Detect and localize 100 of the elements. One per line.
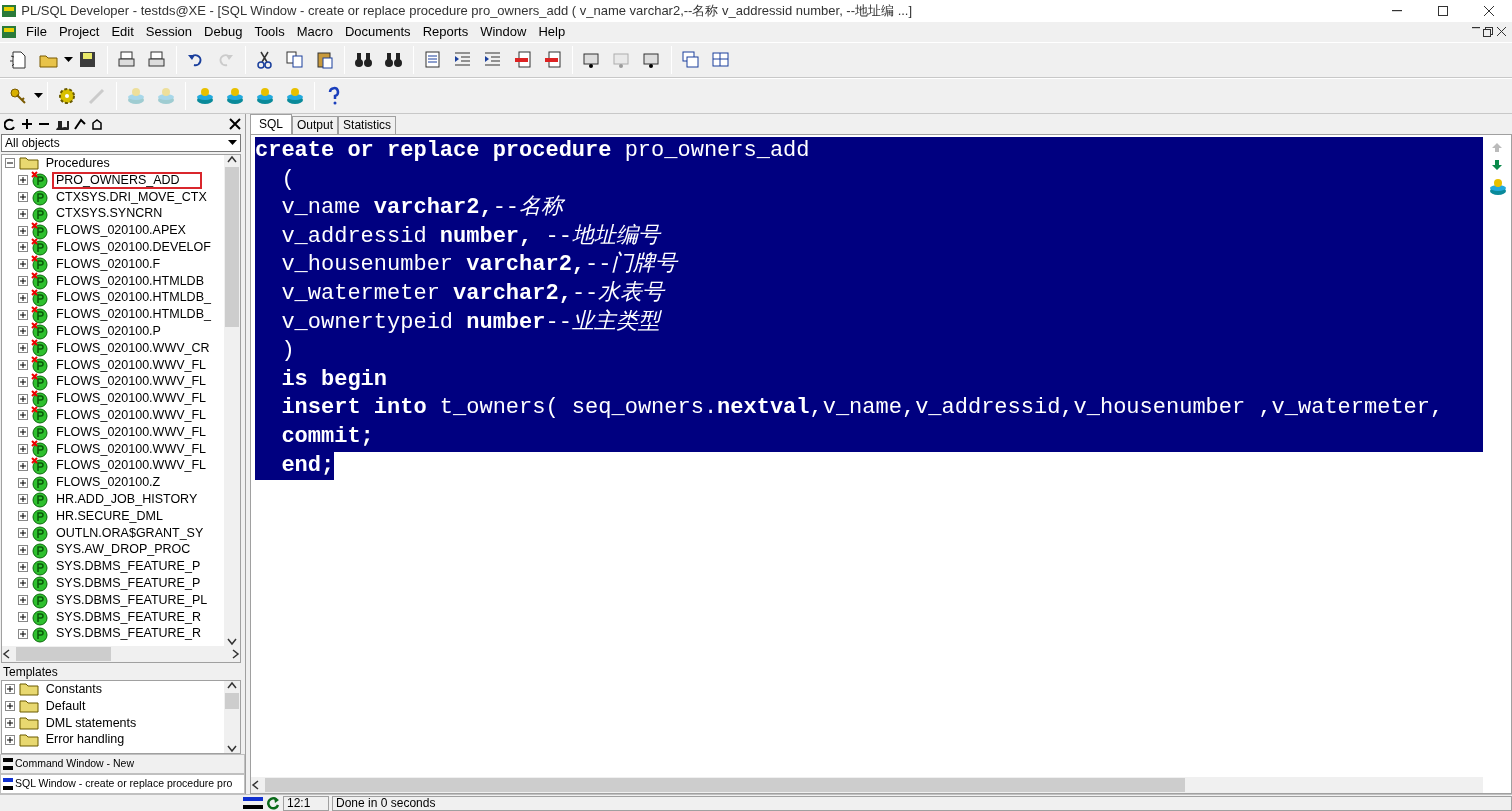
dropdown-caret-icon[interactable] (64, 57, 73, 63)
expand-icon[interactable] (18, 611, 28, 622)
window-list-item[interactable]: Command Window - New (0, 754, 245, 774)
menu-item[interactable]: File (20, 23, 53, 41)
expand-icon[interactable] (18, 309, 28, 320)
expand-icon[interactable] (18, 259, 28, 270)
restore-icon[interactable] (1483, 27, 1494, 37)
tree-item[interactable]: FLOWS_020100.Z (52, 474, 165, 491)
minimize-icon[interactable] (1472, 27, 1480, 29)
filter-dropdown[interactable]: All objects (1, 134, 241, 152)
scrollbar-thumb[interactable] (265, 778, 1185, 792)
menu-item[interactable]: Window (474, 23, 533, 41)
tree-item[interactable]: FLOWS_020100.HTMLDB (52, 272, 208, 290)
tab[interactable]: Statistics (338, 116, 397, 134)
expand-icon[interactable] (18, 242, 28, 253)
plus-icon[interactable] (21, 118, 33, 130)
tree-item[interactable]: OUTLN.ORA$GRANT_SY (52, 524, 208, 542)
expand-icon[interactable] (18, 494, 28, 505)
tree-item[interactable]: FLOWS_020100.DEVELOF (52, 239, 215, 256)
tree-item[interactable]: Error handling (41, 731, 129, 749)
close-icon[interactable] (1496, 27, 1506, 36)
expand-icon[interactable] (18, 225, 28, 236)
tree-item[interactable]: FLOWS_020100.APEX (52, 222, 190, 239)
menu-item[interactable]: Debug (198, 23, 249, 41)
tree-item[interactable]: Default (41, 697, 90, 715)
tree-item[interactable]: SYS.AW_DROP_PROC (52, 541, 195, 559)
menu-item[interactable]: Documents (338, 23, 417, 41)
scroll-left-icon[interactable] (2, 649, 12, 659)
scrollbar[interactable] (224, 681, 240, 753)
expand-icon[interactable] (18, 326, 28, 337)
scrollbar-thumb[interactable] (225, 167, 239, 327)
tree-item[interactable]: CTXSYS.SYNCRN (52, 205, 167, 223)
tree-item[interactable]: HR.SECURE_DML (52, 507, 167, 525)
scrollbar-thumb[interactable] (16, 647, 111, 661)
tree-item[interactable]: FLOWS_020100.WWV_FL (52, 440, 211, 458)
tree-item[interactable]: DML statements (41, 714, 141, 732)
expand-icon[interactable] (18, 427, 28, 438)
tree-item[interactable]: FLOWS_020100.WWV_FL (52, 457, 211, 475)
expand-icon[interactable] (18, 595, 28, 606)
expand-icon[interactable] (18, 192, 28, 202)
tree-item[interactable]: SYS.DBMS_FEATURE_PL (52, 591, 212, 609)
scroll-up-icon[interactable] (227, 155, 237, 163)
menu-item[interactable]: Help (532, 23, 572, 41)
scroll-down-icon[interactable] (227, 745, 237, 753)
expand-icon[interactable] (18, 208, 28, 219)
scroll-right-icon[interactable] (230, 649, 240, 659)
expand-icon[interactable] (18, 359, 28, 370)
expand-icon[interactable] (18, 527, 28, 538)
expand-icon[interactable] (18, 578, 28, 589)
house-icon[interactable] (91, 118, 103, 130)
tree-item[interactable]: FLOWS_020100.WWV_CR (52, 339, 214, 357)
tab[interactable]: Output (292, 116, 339, 134)
scrollbar[interactable] (2, 646, 240, 662)
tree-item[interactable]: FLOWS_020100.WWV_FL (52, 423, 211, 441)
tree-item[interactable]: Procedures (41, 155, 114, 172)
menu-item[interactable]: Project (52, 23, 106, 41)
tree-item[interactable]: SYS.DBMS_FEATURE_P (52, 574, 205, 592)
tree-item[interactable]: SYS.DBMS_FEATURE_R (52, 608, 205, 626)
tree-item[interactable]: HR.ADD_JOB_HISTORY (52, 490, 202, 508)
scroll-up-icon[interactable] (227, 681, 237, 689)
window-list-item[interactable]: SQL Window - create or replace procedure pro (0, 774, 245, 794)
tree-item[interactable]: FLOWS_020100.F (52, 255, 165, 273)
expand-icon[interactable] (18, 477, 28, 488)
close-icon[interactable] (229, 118, 241, 130)
menu-item[interactable]: Reports (416, 23, 475, 41)
menu-item[interactable]: Session (139, 23, 199, 41)
tree-item[interactable]: FLOWS_020100.HTMLDB_ (52, 289, 215, 307)
expand-icon[interactable] (18, 275, 28, 286)
scrollbar[interactable] (251, 777, 1483, 793)
expand-icon[interactable] (5, 701, 16, 712)
tree-item[interactable]: PRO_OWNERS_ADD (52, 171, 202, 189)
collapse-icon[interactable] (5, 158, 16, 169)
scrollbar-thumb[interactable] (225, 693, 239, 709)
menu-item[interactable]: Edit (105, 23, 140, 41)
expand-icon[interactable] (18, 376, 28, 387)
expand-icon[interactable] (5, 734, 16, 745)
tab[interactable]: SQL (250, 114, 292, 134)
tree-item[interactable]: FLOWS_020100.HTMLDB_ (52, 306, 215, 323)
tree-item[interactable]: FLOWS_020100.WWV_FL (52, 390, 211, 407)
expand-icon[interactable] (18, 460, 28, 471)
down-arrow-icon[interactable] (1491, 159, 1503, 171)
tree-item[interactable]: FLOWS_020100.WWV_FL (52, 373, 211, 391)
tree-item[interactable]: FLOWS_020100.WWV_FL (52, 356, 211, 374)
scroll-left-icon[interactable] (251, 780, 261, 790)
expand-icon[interactable] (18, 410, 28, 421)
tree-item[interactable]: FLOWS_020100.WWV_FL (52, 406, 211, 424)
expand-icon[interactable] (5, 684, 16, 695)
expand-icon[interactable] (18, 628, 28, 639)
expand-icon[interactable] (18, 561, 28, 572)
tree-item[interactable]: Constants (41, 681, 107, 698)
expand-icon[interactable] (18, 544, 28, 555)
dropdown-caret-icon[interactable] (34, 93, 43, 99)
expand-icon[interactable] (18, 393, 28, 404)
expand-icon[interactable] (18, 343, 28, 354)
expand-icon[interactable] (18, 511, 28, 522)
expand-icon[interactable] (18, 292, 28, 303)
tree-item[interactable]: SYS.DBMS_FEATURE_P (52, 558, 205, 575)
tree-item[interactable]: FLOWS_020100.P (52, 322, 165, 340)
tree-item[interactable]: SYS.DBMS_FEATURE_R (52, 625, 205, 643)
database-icon[interactable] (1488, 177, 1506, 195)
